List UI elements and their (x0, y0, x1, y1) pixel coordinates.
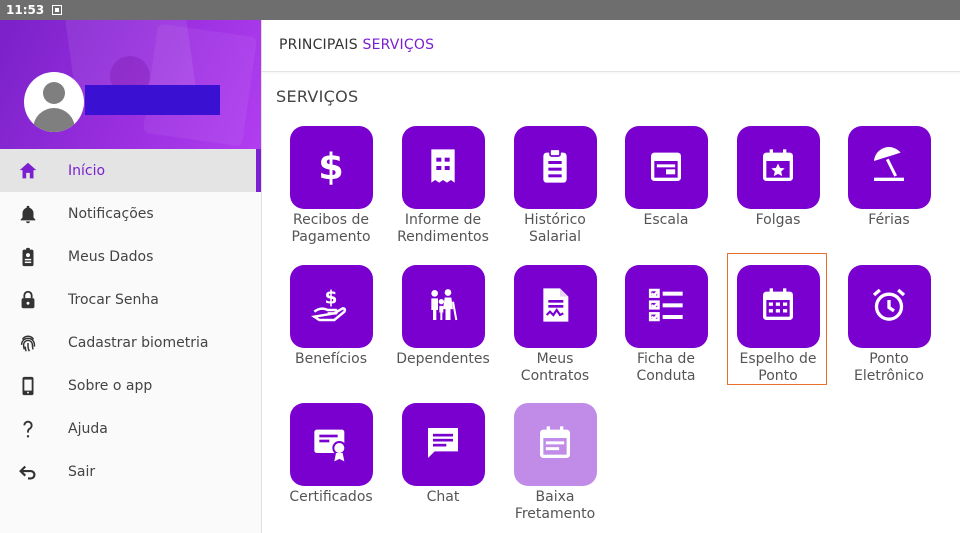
selection-highlight (727, 253, 827, 385)
certificate-icon (311, 423, 351, 467)
badge-icon (16, 245, 40, 269)
tile-recibos-de-pagamento[interactable]: $ Recibos de Pagamento (281, 126, 381, 246)
beach-umbrella-icon (869, 146, 909, 190)
menu-item-inicio[interactable]: Início (0, 149, 261, 192)
tile-ferias[interactable]: Férias (839, 126, 939, 229)
exit-icon (16, 460, 40, 484)
menu-label: Ajuda (68, 420, 108, 437)
menu-label: Sobre o app (68, 377, 153, 394)
tile-label: Ficha de Conduta (636, 351, 696, 384)
tile-label: Recibos de Pagamento (291, 212, 371, 245)
page-title-accent: SERVIÇOS (362, 37, 435, 53)
tile-label: Chat (426, 489, 460, 505)
menu-label: Meus Dados (68, 248, 154, 265)
menu-label: Sair (68, 463, 96, 480)
calendar-schedule-icon (646, 146, 686, 190)
tile-beneficios[interactable]: $ Benefícios (281, 265, 381, 368)
bell-icon (16, 202, 40, 226)
tile-ficha-de-conduta[interactable]: Ficha de Conduta (616, 265, 716, 385)
tile-certificados[interactable]: Certificados (281, 403, 381, 506)
user-name (85, 85, 220, 115)
tile-informe-de-rendimentos[interactable]: Informe de Rendimentos (393, 126, 493, 246)
menu-item-meus-dados[interactable]: Meus Dados (0, 235, 261, 278)
menu-item-ajuda[interactable]: Ajuda (0, 407, 261, 450)
menu-item-cadastrar-biometria[interactable]: Cadastrar biometria (0, 321, 261, 364)
menu-item-sair[interactable]: Sair (0, 450, 261, 493)
menu-item-sobre-o-app[interactable]: Sobre o app (0, 364, 261, 407)
chat-icon (423, 423, 463, 467)
contract-icon (535, 285, 575, 329)
question-icon (16, 417, 40, 441)
svg-text:$: $ (325, 287, 338, 308)
menu-label: Início (68, 162, 106, 179)
hand-dollar-icon: $ (311, 285, 351, 329)
family-icon (423, 285, 463, 329)
tile-folgas[interactable]: Folgas (728, 126, 828, 229)
section-title: SERVIÇOS (276, 87, 359, 106)
tile-chat[interactable]: Chat (393, 403, 493, 506)
page-title: PRINCIPAIS SERVIÇOS (279, 37, 434, 53)
menu-item-notificacoes[interactable]: Notificações (0, 192, 261, 235)
navigation-drawer: Início Notificações Meus Dados Trocar Se… (0, 20, 262, 533)
svg-text:$: $ (318, 146, 344, 186)
tile-label: Férias (868, 212, 910, 228)
main-content: PRINCIPAIS SERVIÇOS SERVIÇOS $ Recibos d… (262, 20, 960, 533)
calendar-note-icon (535, 423, 575, 467)
tile-label: Escala (643, 212, 689, 228)
tile-label: Dependentes (396, 351, 490, 367)
alarm-clock-icon (869, 285, 909, 329)
checklist-icon (646, 285, 686, 329)
tile-dependentes[interactable]: Dependentes (393, 265, 493, 368)
status-bar: 11:53 (0, 0, 960, 20)
notification-icon (52, 5, 62, 15)
status-time: 11:53 (6, 3, 45, 17)
tile-label: Certificados (289, 489, 373, 505)
tile-label: Folgas (755, 212, 801, 228)
tile-label: Baixa Fretamento (514, 489, 596, 522)
drawer-header (0, 20, 261, 149)
avatar[interactable] (24, 72, 84, 132)
lock-icon (16, 288, 40, 312)
calendar-star-icon (758, 146, 798, 190)
tile-historico-salarial[interactable]: Histórico Salarial (505, 126, 605, 246)
tile-label: Benefícios (295, 351, 367, 367)
menu-label: Trocar Senha (68, 291, 159, 308)
tile-baixa-fretamento[interactable]: Baixa Fretamento (505, 403, 605, 523)
tile-label: Meus Contratos (520, 351, 590, 384)
tile-label: Informe de Rendimentos (397, 212, 489, 245)
dollar-icon: $ (311, 145, 351, 190)
menu-item-trocar-senha[interactable]: Trocar Senha (0, 278, 261, 321)
home-icon (16, 159, 40, 183)
phone-icon (16, 374, 40, 398)
tile-escala[interactable]: Escala (616, 126, 716, 229)
tile-meus-contratos[interactable]: Meus Contratos (505, 265, 605, 385)
tile-label: Ponto Eletrônico (854, 351, 924, 384)
top-bar: PRINCIPAIS SERVIÇOS (262, 20, 960, 72)
menu-label: Cadastrar biometria (68, 334, 209, 351)
tile-ponto-eletronico[interactable]: Ponto Eletrônico (839, 265, 939, 385)
page-title-prefix: PRINCIPAIS (279, 37, 358, 53)
fingerprint-icon (16, 331, 40, 355)
receipt-icon (423, 146, 463, 190)
drawer-menu: Início Notificações Meus Dados Trocar Se… (0, 149, 261, 493)
clipboard-icon (535, 146, 575, 190)
menu-label: Notificações (68, 205, 154, 222)
tile-label: Histórico Salarial (524, 212, 586, 245)
